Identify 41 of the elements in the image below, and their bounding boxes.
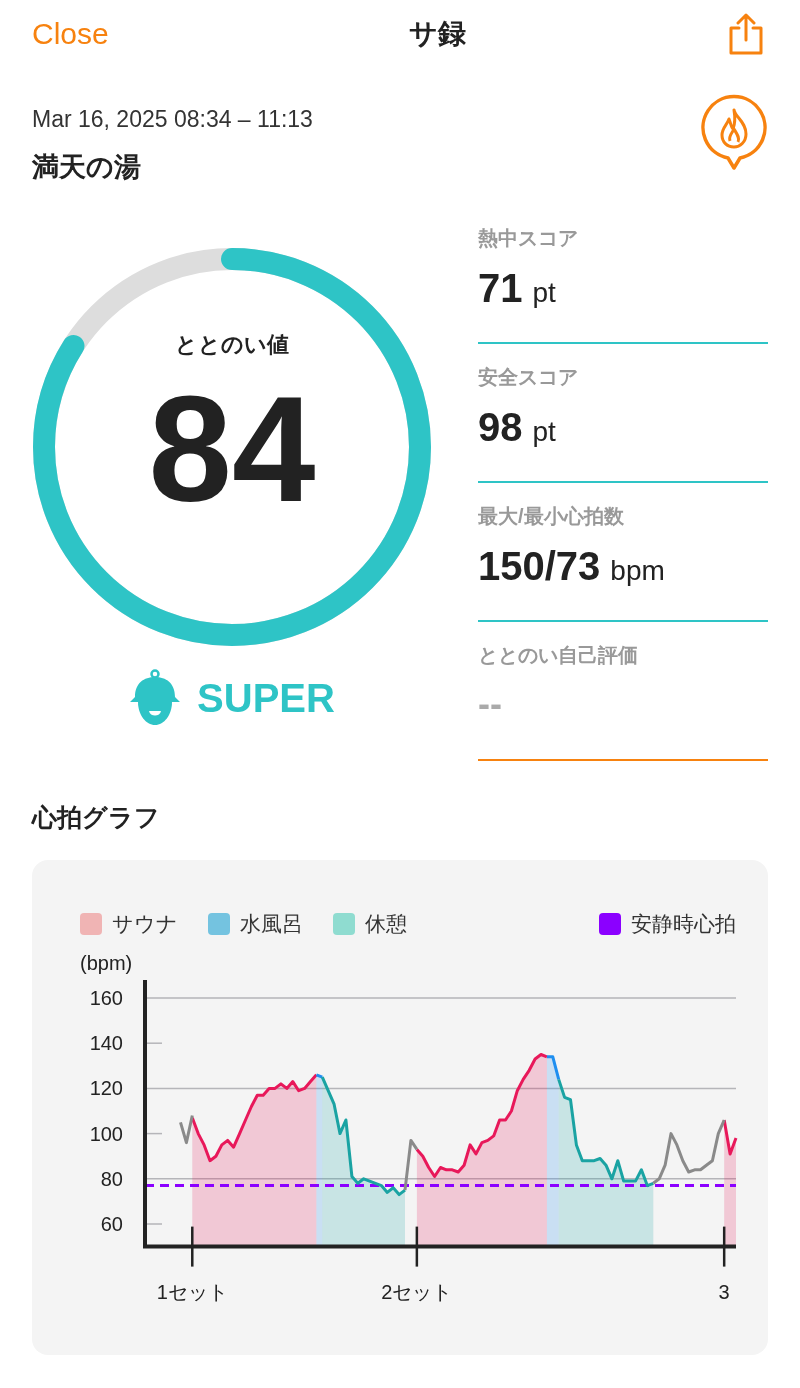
stat-label: 安全スコア xyxy=(478,365,579,390)
tick-mark xyxy=(144,1223,163,1225)
stat-label: 最大/最小心拍数 xyxy=(478,504,625,529)
legend-label: 安静時心拍 xyxy=(631,911,736,937)
legend-label: 水風呂 xyxy=(240,911,303,937)
stat-value: 150/73 xyxy=(478,544,601,589)
score-label: ととのい値 xyxy=(175,331,289,359)
tick-mark xyxy=(144,1132,163,1135)
stat-label: 熱中スコア xyxy=(478,226,579,251)
y-axis-unit: (bpm) xyxy=(80,952,133,974)
x-tick-label: 2セット xyxy=(381,1280,453,1303)
stat-unit: pt xyxy=(532,277,556,309)
page-title: サ録 xyxy=(408,17,466,51)
set-tick xyxy=(722,1226,726,1267)
stat-label: ととのい自己評価 xyxy=(478,643,639,668)
bell-hat-icon xyxy=(129,669,182,727)
flame-pin-icon[interactable] xyxy=(700,94,768,170)
stat-value: 98 xyxy=(478,405,523,450)
y-tick-label: 120 xyxy=(89,1077,123,1100)
close-button[interactable]: Close xyxy=(32,17,109,51)
x-tick-label: 1セット xyxy=(156,1280,228,1303)
set-tick xyxy=(191,1226,194,1267)
session-datetime: Mar 16, 2025 08:34 – 11:13 xyxy=(32,106,313,133)
section-title: 心拍グラフ xyxy=(32,802,161,833)
rank-label: SUPER xyxy=(197,675,335,721)
score-value: 84 xyxy=(148,374,316,524)
y-tick-label: 100 xyxy=(89,1122,123,1145)
y-tick-label: 140 xyxy=(89,1032,123,1055)
set-tick xyxy=(415,1226,419,1267)
stat-value: 71 xyxy=(478,266,523,311)
stat-unit: pt xyxy=(532,416,556,448)
rating-field[interactable]: -- xyxy=(478,683,768,725)
y-tick-label: 160 xyxy=(89,987,123,1009)
y-tick-label: 80 xyxy=(100,1167,123,1190)
stat-unit: bpm xyxy=(610,555,665,587)
x-tick-label: 3 xyxy=(718,1280,730,1303)
legend-label: 休憩 xyxy=(365,911,407,937)
y-tick-label: 60 xyxy=(100,1213,123,1235)
facility-name: 満天の湯 xyxy=(32,151,142,184)
tick-mark xyxy=(144,1042,163,1044)
legend-label: サウナ xyxy=(112,911,178,937)
